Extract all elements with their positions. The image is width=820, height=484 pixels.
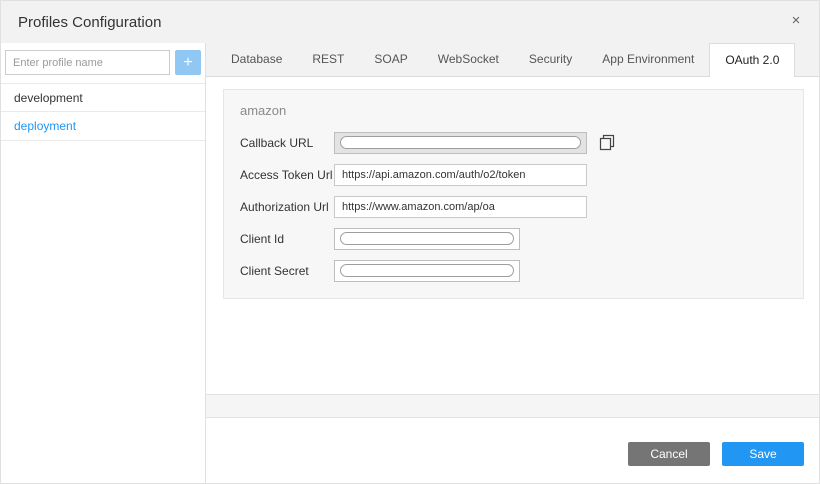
tab-app-environment[interactable]: App Environment [587,43,709,76]
footer-strip [206,394,819,418]
profile-item-label: deployment [14,119,76,133]
profile-item-development[interactable]: development [1,83,205,112]
tab-rest[interactable]: REST [297,43,359,76]
tab-database[interactable]: Database [216,43,297,76]
authorization-url-input[interactable] [334,196,587,218]
form-row-client-secret: Client Secret [240,259,787,282]
client-id-field[interactable] [334,228,520,250]
form-row-authorization-url: Authorization Url [240,195,787,218]
masked-value [340,136,581,149]
save-button[interactable]: Save [722,442,804,466]
masked-value [340,232,514,245]
profile-input-row: + [1,43,205,81]
form-row-client-id: Client Id [240,227,787,250]
field-label: Access Token Url [240,168,334,182]
main-area: Database REST SOAP WebSocket Security Ap… [206,43,819,483]
profile-item-label: development [14,91,83,105]
tab-soap[interactable]: SOAP [359,43,422,76]
action-buttons: Cancel Save [628,442,804,466]
section-title: amazon [224,90,803,122]
tab-security[interactable]: Security [514,43,587,76]
field-label: Callback URL [240,136,334,150]
field-label: Client Secret [240,264,334,278]
dialog-title: Profiles Configuration [18,14,161,31]
close-icon[interactable]: × [787,12,805,30]
profile-list: development deployment [1,83,205,141]
copy-icon[interactable] [599,134,615,151]
field-label: Client Id [240,232,334,246]
tab-oauth-2-0[interactable]: OAuth 2.0 [709,43,795,77]
oauth-panel: amazon Callback URL Access Token Url [223,89,804,299]
access-token-url-input[interactable] [334,164,587,186]
form-row-access-token-url: Access Token Url [240,163,787,186]
field-label: Authorization Url [240,200,334,214]
profiles-configuration-dialog: Profiles Configuration × + development d… [0,0,820,484]
callback-url-field[interactable] [334,132,587,154]
tab-bar: Database REST SOAP WebSocket Security Ap… [206,43,819,77]
form-row-callback-url: Callback URL [240,131,787,154]
cancel-button[interactable]: Cancel [628,442,710,466]
profile-item-deployment[interactable]: deployment [1,112,205,141]
profile-name-input[interactable] [5,50,170,75]
tab-websocket[interactable]: WebSocket [423,43,514,76]
dialog-header: Profiles Configuration × [1,1,819,43]
profiles-sidebar: + development deployment [1,43,206,483]
add-profile-button[interactable]: + [175,50,201,75]
masked-value [340,264,514,277]
client-secret-field[interactable] [334,260,520,282]
